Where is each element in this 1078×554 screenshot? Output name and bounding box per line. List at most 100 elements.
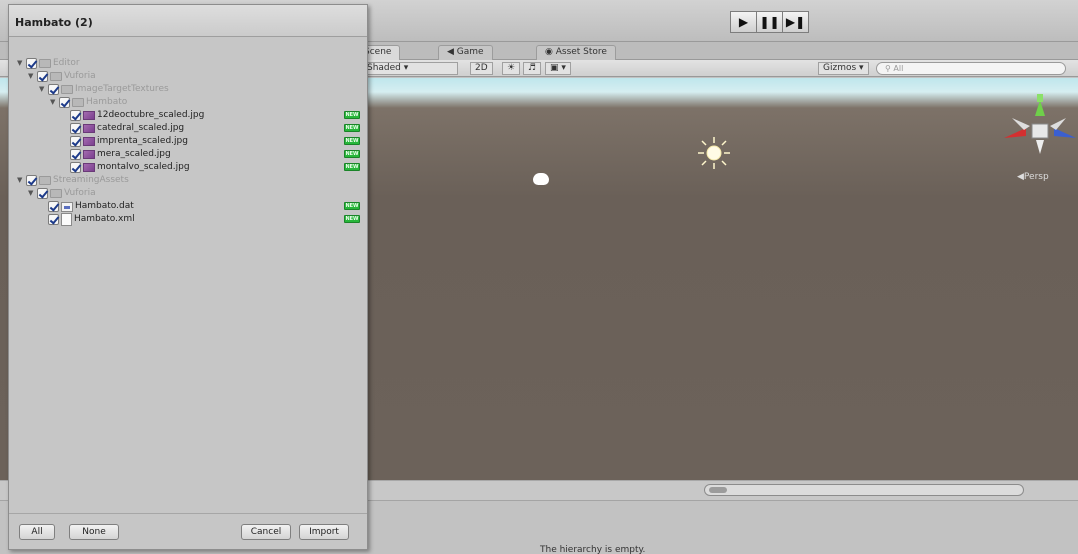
tab-asset-store[interactable]: ◉ Asset Store [536, 45, 616, 60]
expand-arrow-icon[interactable]: ▼ [39, 83, 48, 96]
folder-icon [39, 176, 51, 185]
lighting-toggle[interactable]: ☀ [502, 62, 521, 75]
status-text: The hierarchy is empty. [540, 545, 646, 554]
persp-text: Persp [1023, 172, 1049, 182]
scene-search-input[interactable]: ⚲ All [876, 62, 1066, 75]
tree-row[interactable]: imprenta_scaled.jpg [61, 135, 188, 148]
image-file-icon [83, 137, 95, 146]
chevron-down-icon: ▾ [859, 63, 864, 73]
audio-toggle[interactable]: ♬ [523, 62, 542, 75]
tab-game-label: Game [456, 47, 484, 57]
include-checkbox[interactable] [70, 149, 81, 160]
xml-file-icon [61, 213, 72, 226]
orientation-gizmo-icon[interactable] [1000, 92, 1078, 164]
include-checkbox[interactable] [26, 58, 37, 69]
tree-item-label: Hambato.xml [74, 214, 135, 224]
step-icon[interactable]: ▶❚ [782, 11, 809, 33]
include-checkbox[interactable] [59, 97, 70, 108]
select-all-button[interactable]: All [19, 524, 55, 540]
tree-row[interactable]: ▼ Editor [17, 57, 80, 70]
asset-store-icon: ◉ [545, 47, 556, 57]
tab-asset-store-label: Asset Store [555, 47, 607, 57]
tree-row[interactable]: montalvo_scaled.jpg [61, 161, 190, 174]
tree-item-label: Editor [53, 58, 80, 68]
directional-light-icon[interactable] [697, 136, 731, 170]
tree-row[interactable]: ▼ Vuforia [28, 187, 96, 200]
folder-icon [72, 98, 84, 107]
select-none-button[interactable]: None [69, 524, 119, 540]
new-badge-icon: NEW [344, 124, 360, 132]
play-controls: ▶ ❚❚ ▶❚ [730, 11, 809, 33]
gizmos-dropdown[interactable]: Gizmos ▾ [818, 62, 869, 75]
tree-item-label: catedral_scaled.jpg [97, 123, 185, 133]
package-contents-tree: ▼ Editor ▼ Vuforia ▼ ImageTargetTextures ▼ Hamb… [9, 38, 367, 504]
expand-arrow-icon[interactable]: ▼ [50, 96, 59, 109]
dialog-header: Hambato (2) [9, 5, 367, 37]
dialog-footer: All None Cancel Import [9, 513, 367, 549]
expand-arrow-icon[interactable]: ▼ [28, 70, 37, 83]
include-checkbox[interactable] [26, 175, 37, 186]
tree-item-label: montalvo_scaled.jpg [97, 162, 190, 172]
include-checkbox[interactable] [48, 201, 59, 212]
camera-gizmo-icon[interactable] [533, 173, 549, 185]
tab-scene-label: Scene [364, 47, 392, 57]
tree-row[interactable]: ▼ Hambato [50, 96, 127, 109]
tree-row[interactable]: Hambato.dat [39, 200, 134, 213]
tree-item-label: Hambato [86, 97, 128, 107]
tree-row[interactable]: ▼ StreamingAssets [17, 174, 129, 187]
lighting-icon: ☀ [507, 63, 516, 73]
image-file-icon [83, 150, 95, 159]
scrollbar-thumb[interactable] [709, 487, 727, 493]
tree-item-label: ImageTargetTextures [75, 84, 169, 94]
new-badge-icon: NEW [344, 150, 360, 158]
image-file-icon [83, 124, 95, 133]
persp-label[interactable]: ◀Persp [1017, 172, 1049, 182]
tree-item-label: StreamingAssets [53, 175, 129, 185]
tab-game[interactable]: ◀ Game [438, 45, 493, 60]
shading-mode-dropdown[interactable]: Shaded ▾ [362, 62, 458, 75]
include-checkbox[interactable] [70, 123, 81, 134]
include-checkbox[interactable] [70, 110, 81, 121]
tree-row[interactable]: ▼ Vuforia [28, 70, 96, 83]
expand-arrow-icon[interactable]: ▼ [28, 187, 37, 200]
folder-icon [50, 72, 62, 81]
tree-row[interactable]: mera_scaled.jpg [61, 148, 171, 161]
mode-2d-label: 2D [475, 63, 488, 73]
include-checkbox[interactable] [70, 162, 81, 173]
gizmos-label: Gizmos [823, 63, 857, 73]
effects-dropdown[interactable]: ▣ ▾ [545, 62, 571, 75]
folder-icon [50, 189, 62, 198]
expand-arrow-icon[interactable]: ▼ [17, 57, 26, 70]
include-checkbox[interactable] [48, 84, 59, 95]
include-checkbox[interactable] [70, 136, 81, 147]
include-checkbox[interactable] [37, 188, 48, 199]
audio-icon: ♬ [528, 63, 537, 73]
tree-row[interactable]: Hambato.xml [39, 213, 135, 226]
image-file-icon [83, 111, 95, 120]
tree-item-label: Vuforia [64, 188, 96, 198]
include-checkbox[interactable] [48, 214, 59, 225]
horizontal-scrollbar[interactable] [704, 484, 1024, 496]
new-badge-icon: NEW [344, 215, 360, 223]
expand-arrow-icon[interactable]: ▼ [17, 174, 26, 187]
import-button[interactable]: Import [299, 524, 349, 540]
mode-2d-toggle[interactable]: 2D [470, 62, 493, 75]
chevron-down-icon: ▾ [403, 63, 409, 73]
tree-item-label: imprenta_scaled.jpg [97, 136, 188, 146]
effects-icon: ▣ [550, 63, 559, 73]
tree-row[interactable]: 12deoctubre_scaled.jpg [61, 109, 204, 122]
image-file-icon [83, 163, 95, 172]
play-icon[interactable]: ▶ [730, 11, 757, 33]
shading-mode-value: Shaded [367, 63, 401, 73]
new-badge-icon: NEW [344, 111, 360, 119]
tree-item-label: mera_scaled.jpg [97, 149, 171, 159]
include-checkbox[interactable] [37, 71, 48, 82]
tree-row[interactable]: catedral_scaled.jpg [61, 122, 184, 135]
scene-search-placeholder: All [893, 64, 904, 73]
new-badge-icon: NEW [344, 163, 360, 171]
tree-item-label: Hambato.dat [75, 201, 134, 211]
tree-row[interactable]: ▼ ImageTargetTextures [39, 83, 169, 96]
cancel-button[interactable]: Cancel [241, 524, 291, 540]
pause-icon[interactable]: ❚❚ [756, 11, 783, 33]
tree-item-label: Vuforia [64, 71, 96, 81]
